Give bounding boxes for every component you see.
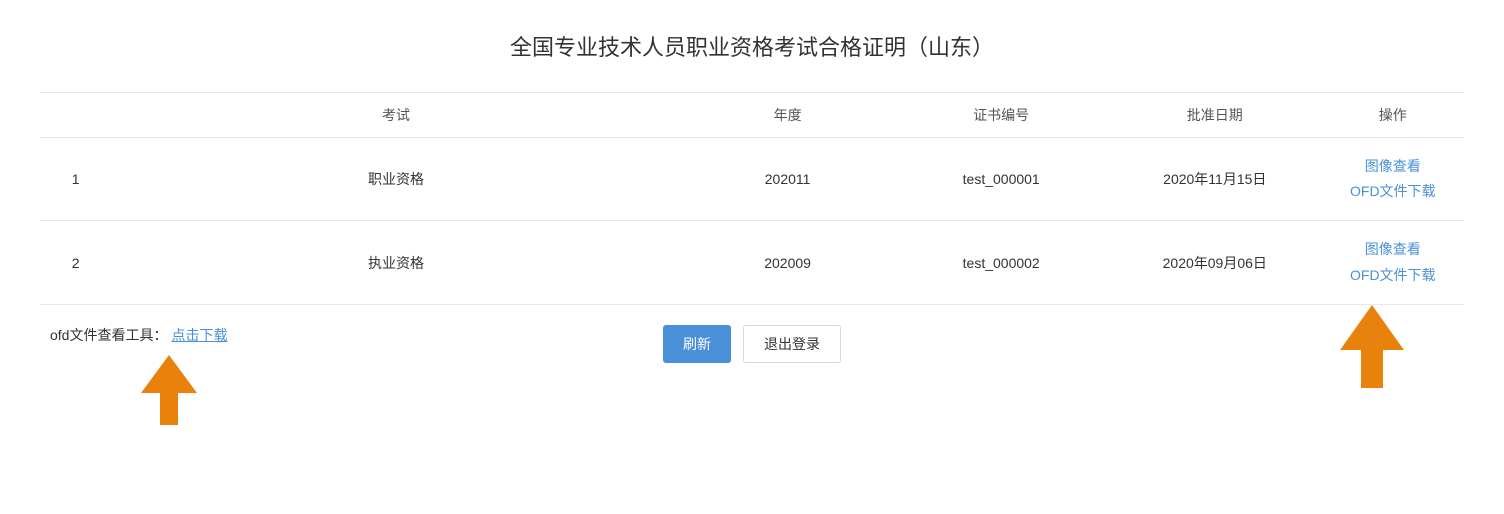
row1-approve-date: 2020年11月15日 <box>1108 138 1322 221</box>
row2-year: 202009 <box>681 221 895 304</box>
col-header-exam: 考试 <box>111 93 681 138</box>
col-header-op: 操作 <box>1322 93 1464 138</box>
ofd-tool-section: ofd文件查看工具： 点击下载 <box>50 325 227 425</box>
left-arrow-container <box>110 355 227 425</box>
footer-area: ofd文件查看工具： 点击下载 刷新 退出登录 <box>40 325 1464 465</box>
row1-ofd-link[interactable]: OFD文件下载 <box>1338 179 1448 204</box>
row1-operations: 图像查看 OFD文件下载 <box>1322 138 1464 221</box>
col-header-cert: 证书编号 <box>894 93 1108 138</box>
page-title: 全国专业技术人员职业资格考试合格证明（山东） <box>40 30 1464 62</box>
ofd-tool-row: ofd文件查看工具： 点击下载 <box>50 325 227 345</box>
right-arrow-head <box>1340 305 1404 350</box>
logout-button[interactable]: 退出登录 <box>743 325 841 363</box>
refresh-button[interactable]: 刷新 <box>663 325 731 363</box>
data-table: 考试 年度 证书编号 批准日期 操作 1 职业资格 202011 test_00… <box>40 92 1464 305</box>
row2-ofd-link[interactable]: OFD文件下载 <box>1338 263 1448 288</box>
row2-approve-date: 2020年09月06日 <box>1108 221 1322 304</box>
row1-exam-type: 职业资格 <box>111 138 681 221</box>
col-header-year: 年度 <box>681 93 895 138</box>
ofd-tool-label: ofd文件查看工具： <box>50 325 167 345</box>
left-arrow-shaft <box>160 393 178 425</box>
table-row: 2 执业资格 202009 test_000002 2020年09月06日 图像… <box>40 221 1464 304</box>
row1-year: 202011 <box>681 138 895 221</box>
row1-image-link[interactable]: 图像查看 <box>1338 154 1448 179</box>
button-group: 刷新 退出登录 <box>663 325 841 363</box>
right-arrow-shaft <box>1361 350 1383 388</box>
row1-index: 1 <box>40 138 111 221</box>
row2-cert-no: test_000002 <box>894 221 1108 304</box>
row2-exam-type: 执业资格 <box>111 221 681 304</box>
row2-operations: 图像查看 OFD文件下载 <box>1322 221 1464 304</box>
col-header-index <box>40 93 111 138</box>
row2-image-link[interactable]: 图像查看 <box>1338 237 1448 262</box>
row1-cert-no: test_000001 <box>894 138 1108 221</box>
left-arrow-head <box>141 355 197 393</box>
ofd-download-link[interactable]: 点击下载 <box>171 325 227 345</box>
page-container: 全国专业技术人员职业资格考试合格证明（山东） 考试 年度 证书编号 批准日期 操… <box>0 0 1504 514</box>
row2-index: 2 <box>40 221 111 304</box>
col-header-date: 批准日期 <box>1108 93 1322 138</box>
right-arrow-container <box>1340 305 1404 388</box>
table-row: 1 职业资格 202011 test_000001 2020年11月15日 图像… <box>40 138 1464 221</box>
